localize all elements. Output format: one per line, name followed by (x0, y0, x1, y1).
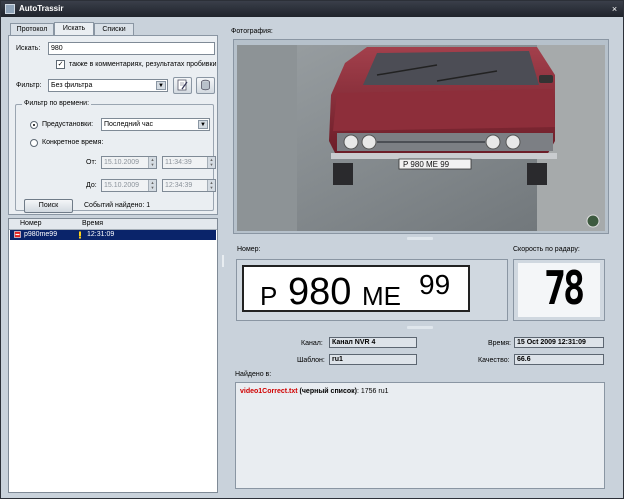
specific-time-radio[interactable] (30, 139, 38, 147)
spinner-arrows-icon[interactable]: ▲ ▼ (148, 180, 156, 191)
spinner-arrows-icon[interactable]: ▲ ▼ (207, 180, 215, 191)
template-label: Шаблон: (297, 357, 325, 364)
close-button[interactable]: × (609, 4, 620, 14)
results-header: Номер Время (9, 219, 217, 230)
time-value: 15 Oct 2009 12:31:09 (514, 337, 604, 348)
search-input[interactable]: 980 (48, 42, 215, 55)
database-icon (201, 79, 210, 91)
found-in-panel: video1Correct.txt (черный список): 1756 … (235, 382, 605, 489)
from-date-input[interactable]: 15.10.2009 ▲ ▼ (101, 156, 157, 169)
blacklist-icon (14, 231, 21, 238)
to-date-input[interactable]: 15.10.2009 ▲ ▼ (101, 179, 157, 192)
also-search-checkbox[interactable]: ✓ (56, 60, 65, 69)
photo-label: Фотография: (231, 28, 273, 35)
from-time-input[interactable]: 11:34:39 ▲ ▼ (162, 156, 216, 169)
filter-label: Фильтр: (16, 82, 42, 89)
plate-region: 99 (419, 269, 451, 300)
channel-value: Канал NVR 4 (329, 337, 417, 348)
tab-search[interactable]: Искать (54, 22, 94, 35)
to-label: До: (86, 182, 97, 189)
filter-select[interactable]: Без фильтра ▼ (48, 79, 168, 92)
search-tab-body: Искать: 980 ✓ также в комментариях, резу… (8, 35, 218, 215)
number-label: Номер: (237, 246, 261, 253)
time-label: Время: (488, 340, 512, 347)
speed-label: Скорость по радару: (513, 246, 580, 253)
found-in-label: Найдено в: (235, 371, 272, 378)
row-time: 12:31:09 (87, 231, 115, 238)
table-row[interactable]: p980me99 12:31:09 (10, 230, 216, 240)
app-icon (5, 4, 15, 14)
chevron-down-icon: ▼ (198, 120, 208, 129)
to-time-value: 12:34:39 (165, 182, 193, 189)
to-time-input[interactable]: 12:34:39 ▲ ▼ (162, 179, 216, 192)
quality-value: 66.6 (514, 354, 604, 365)
vehicle-photo[interactable]: P 980 ME 99 (237, 45, 605, 231)
splitter-grip-icon (222, 255, 224, 267)
found-entry-detail: : 1756 ru1 (356, 388, 389, 395)
column-number[interactable]: Номер (20, 220, 42, 227)
alert-icon (79, 231, 81, 239)
search-label: Искать: (16, 45, 41, 52)
left-panel: Протокол Искать Списки Искать: 980 ✓ так… (8, 22, 218, 493)
tab-protocol[interactable]: Протокол (10, 23, 54, 35)
template-value: ru1 (329, 354, 417, 365)
results-table[interactable]: Номер Время p980me99 12:31:09 (8, 218, 218, 493)
column-time[interactable]: Время (82, 220, 103, 227)
from-date-value: 15.10.2009 (104, 159, 140, 166)
quality-label: Качество: (478, 357, 510, 364)
app-window: AutoTrassir × Протокол Искать Списки Иск… (0, 0, 624, 499)
speed-display: 78 (518, 261, 600, 317)
speed-value: 78 (544, 261, 585, 315)
from-label: От: (86, 159, 97, 166)
specific-time-label: Конкретное время: (42, 139, 104, 146)
splitter-grip-icon[interactable] (407, 326, 433, 329)
filter-database-button[interactable] (196, 77, 215, 94)
found-list-type: (черный список) (299, 388, 357, 395)
title-bar[interactable]: AutoTrassir × (1, 1, 623, 17)
recognized-plate: P 980 ME 99 (242, 265, 470, 313)
edit-filter-button[interactable] (173, 77, 192, 94)
also-search-label: также в комментариях, результатах пробив… (69, 61, 217, 68)
preset-radio[interactable] (30, 121, 38, 129)
edit-icon (177, 79, 188, 91)
found-in-entry: video1Correct.txt (черный список): 1756 … (240, 388, 389, 395)
preset-select-value: Последний час (104, 121, 154, 128)
time-filter-group: Фильтр по времени: Предустановки: Послед… (15, 100, 216, 211)
spinner-arrows-icon[interactable]: ▲ ▼ (148, 157, 156, 168)
time-filter-title: Фильтр по времени: (22, 100, 92, 107)
svg-text:P 980 ME 99: P 980 ME 99 (403, 160, 450, 169)
from-time-value: 11:34:39 (165, 159, 192, 166)
to-date-value: 15.10.2009 (104, 182, 140, 189)
panel-splitter[interactable] (221, 23, 225, 493)
found-file-link[interactable]: video1Correct.txt (240, 388, 298, 395)
window-title: AutoTrassir (19, 4, 64, 13)
preset-select[interactable]: Последний час ▼ (101, 118, 210, 131)
preset-label: Предустановки: (42, 121, 94, 128)
events-found-text: Событий найдено: 1 (84, 202, 151, 209)
channel-label: Канал: (301, 340, 323, 347)
chevron-down-icon: ▼ (156, 81, 166, 90)
filter-select-value: Без фильтра (51, 82, 93, 89)
plate-letter: P (260, 281, 278, 311)
plate-letters: ME (362, 281, 401, 311)
row-number: p980me99 (24, 231, 58, 238)
search-button[interactable]: Поиск (24, 199, 73, 213)
splitter-grip-icon[interactable] (407, 237, 433, 240)
plate-digits: 980 (288, 271, 352, 313)
spinner-arrows-icon[interactable]: ▲ ▼ (207, 157, 215, 168)
tab-lists[interactable]: Списки (94, 23, 134, 35)
